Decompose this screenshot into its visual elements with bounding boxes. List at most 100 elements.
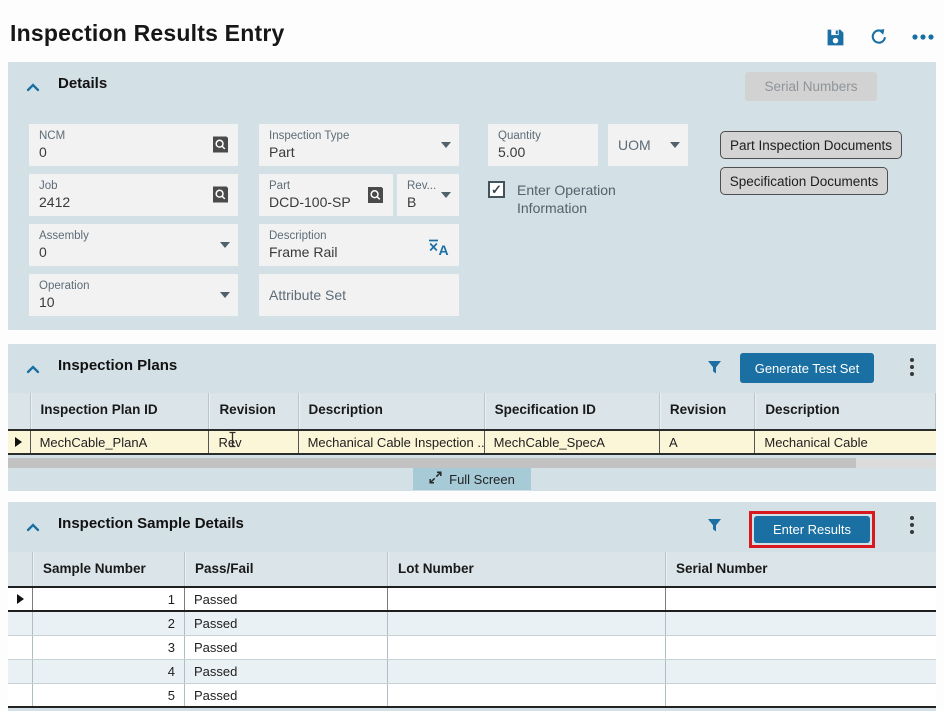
operation-field[interactable]: Operation 10 (29, 274, 238, 316)
kebab-menu-icon[interactable] (905, 356, 919, 378)
row-selector-arrow-icon (17, 594, 24, 604)
cell-lot-number[interactable] (388, 636, 666, 659)
column-header[interactable]: Revision (660, 393, 755, 429)
cell-serial-number[interactable] (666, 684, 936, 706)
cell-serial-number[interactable] (666, 636, 936, 659)
filter-icon[interactable] (707, 360, 722, 380)
cell-sample-number[interactable]: 2 (33, 612, 185, 635)
enter-results-button[interactable]: Enter Results (754, 516, 870, 543)
ncm-field[interactable]: NCM 0 (29, 124, 238, 166)
cell-serial-number[interactable] (666, 588, 936, 610)
column-header[interactable]: Lot Number (388, 552, 666, 586)
part-inspection-documents-button[interactable]: Part Inspection Documents (720, 131, 902, 159)
cell-serial-number[interactable] (666, 660, 936, 683)
row-selector[interactable] (8, 431, 31, 453)
sample-row[interactable]: 2 Passed (8, 612, 936, 636)
serial-numbers-button[interactable]: Serial Numbers (745, 72, 877, 101)
filter-icon[interactable] (707, 518, 722, 538)
cell-spec-revision[interactable]: A (660, 431, 755, 453)
svg-text:A: A (439, 242, 449, 256)
quantity-field[interactable]: Quantity 5.00 (488, 124, 598, 166)
cell-lot-number[interactable] (388, 660, 666, 683)
cell-lot-number[interactable] (388, 684, 666, 706)
chevron-down-icon[interactable] (670, 142, 680, 148)
full-screen-button[interactable]: Full Screen (413, 468, 531, 490)
row-selector[interactable] (8, 636, 33, 659)
job-field[interactable]: Job 2412 (29, 174, 238, 216)
cell-sample-number[interactable]: 1 (33, 588, 185, 610)
column-header[interactable]: Description (299, 393, 485, 429)
cell-pass-fail[interactable]: Passed (185, 660, 388, 683)
chevron-down-icon[interactable] (441, 142, 451, 148)
cell-description[interactable]: Mechanical Cable Inspection ... (299, 431, 485, 453)
chevron-down-icon[interactable] (220, 292, 230, 298)
cell-sample-number[interactable]: 5 (33, 684, 185, 706)
sample-row[interactable]: 1 Passed (8, 586, 936, 612)
row-selector[interactable] (8, 612, 33, 635)
inspection-plan-row[interactable]: MechCable_PlanA Rev Mechanical Cable Ins… (8, 429, 936, 455)
column-header[interactable]: Revision (209, 393, 298, 429)
column-header[interactable]: Sample Number (33, 552, 185, 586)
description-field[interactable]: Description Frame Rail A (259, 224, 459, 266)
sample-details-section-title: Inspection Sample Details (58, 515, 244, 532)
cell-pass-fail[interactable]: Passed (185, 636, 388, 659)
cell-pass-fail[interactable]: Passed (185, 588, 388, 610)
cell-pass-fail[interactable]: Passed (185, 684, 388, 706)
row-selector[interactable] (8, 684, 33, 706)
cell-spec-description[interactable]: Mechanical Cable (755, 431, 936, 453)
uom-field[interactable]: UOM (608, 124, 688, 166)
cell-serial-number[interactable] (666, 612, 936, 635)
search-icon[interactable] (366, 186, 385, 205)
inspection-plans-table-header: Inspection Plan ID Revision Description … (8, 393, 936, 429)
collapse-chevron-icon[interactable] (26, 79, 40, 97)
more-icon[interactable] (912, 26, 934, 48)
column-header[interactable]: Pass/Fail (185, 552, 388, 586)
chevron-down-icon[interactable] (220, 242, 230, 248)
inspection-plans-section-title: Inspection Plans (58, 357, 177, 374)
cell-sample-number[interactable]: 4 (33, 660, 185, 683)
inspection-sample-details-panel: Inspection Sample Details Enter Results … (8, 502, 936, 711)
details-panel: Details Serial Numbers NCM 0 Inspection … (8, 62, 936, 330)
column-header[interactable]: Description (755, 393, 936, 429)
details-section-title: Details (58, 75, 107, 92)
cell-pass-fail[interactable]: Passed (185, 612, 388, 635)
cell-specification-id[interactable]: MechCable_SpecA (485, 431, 660, 453)
collapse-chevron-icon[interactable] (26, 361, 40, 379)
cell-lot-number[interactable] (388, 612, 666, 635)
cell-inspection-plan-id[interactable]: MechCable_PlanA (31, 431, 210, 453)
column-header[interactable]: Specification ID (485, 393, 660, 429)
specification-documents-button[interactable]: Specification Documents (720, 167, 888, 195)
cell-lot-number[interactable] (388, 588, 666, 610)
enter-operation-information-checkbox[interactable]: ✓ Enter Operation Information (488, 181, 678, 217)
cell-revision[interactable]: Rev (209, 431, 298, 453)
attribute-set-field[interactable]: Attribute Set (259, 274, 459, 316)
generate-test-set-button[interactable]: Generate Test Set (740, 353, 874, 383)
column-header[interactable]: Serial Number (666, 552, 936, 586)
inspection-type-field[interactable]: Inspection Type Part (259, 124, 459, 166)
inspection-results-entry-screen: Inspection Results Entry Details Serial … (0, 0, 944, 711)
kebab-menu-icon[interactable] (905, 514, 919, 536)
row-selector[interactable] (8, 588, 33, 610)
inspection-plans-panel: Inspection Plans Generate Test Set Inspe… (8, 344, 936, 491)
row-selector-arrow-icon (15, 437, 22, 447)
search-icon[interactable] (211, 136, 230, 155)
row-selector[interactable] (8, 660, 33, 683)
checkbox-checked-icon[interactable]: ✓ (488, 181, 505, 198)
sample-row[interactable]: 5 Passed (8, 684, 936, 708)
translate-icon[interactable]: A (428, 238, 451, 256)
titlebar-actions (824, 26, 934, 48)
scrollbar-thumb[interactable] (8, 458, 856, 468)
cell-sample-number[interactable]: 3 (33, 636, 185, 659)
sample-row[interactable]: 3 Passed (8, 636, 936, 660)
collapse-chevron-icon[interactable] (26, 519, 40, 537)
assembly-field[interactable]: Assembly 0 (29, 224, 238, 266)
search-icon[interactable] (211, 186, 230, 205)
horizontal-scrollbar[interactable] (8, 458, 936, 468)
rev-field[interactable]: Rev... B (397, 174, 459, 216)
chevron-down-icon[interactable] (441, 192, 451, 198)
part-field[interactable]: Part DCD-100-SP (259, 174, 393, 216)
undo-icon[interactable] (868, 26, 890, 48)
column-header[interactable]: Inspection Plan ID (31, 393, 210, 429)
save-icon[interactable] (824, 26, 846, 48)
sample-row[interactable]: 4 Passed (8, 660, 936, 684)
